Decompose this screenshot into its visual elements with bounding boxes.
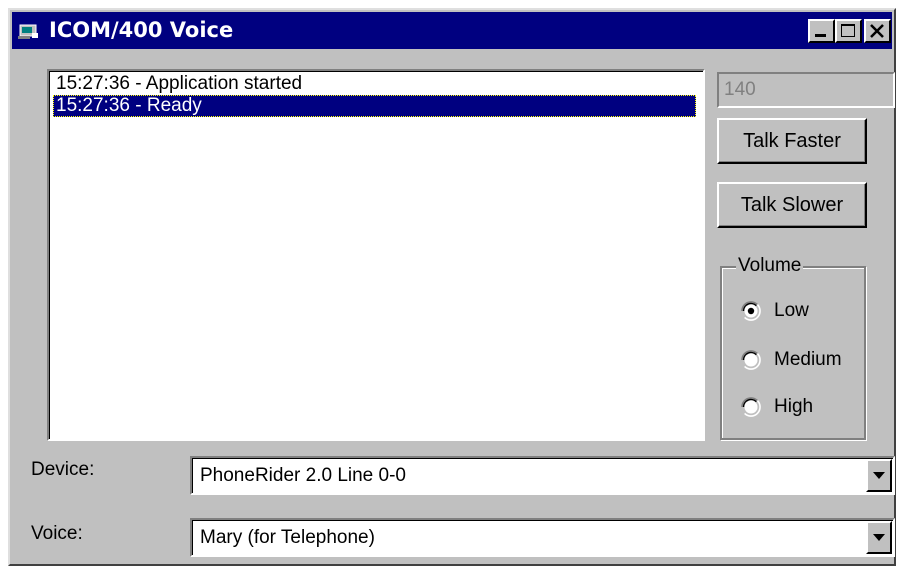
volume-high-label: High <box>774 396 814 417</box>
window-title: ICOM/400 Voice <box>49 18 234 42</box>
device-select[interactable]: PhoneRider 2.0 Line 0-0 <box>190 456 895 495</box>
talk-faster-button[interactable]: Talk Faster <box>717 118 867 164</box>
device-label: Device: <box>31 459 95 480</box>
device-dropdown-button[interactable] <box>866 459 892 492</box>
activity-log-list[interactable]: 15:27:36 - Application started 15:27:36 … <box>47 69 705 441</box>
title-bar[interactable]: ICOM/400 Voice <box>12 12 892 49</box>
volume-low-label: Low <box>774 300 809 321</box>
maximize-icon <box>841 24 855 37</box>
voice-label: Voice: <box>31 523 83 544</box>
voice-select-value: Mary (for Telephone) <box>200 527 375 548</box>
voice-select[interactable]: Mary (for Telephone) <box>190 518 895 557</box>
radio-unchecked-icon <box>741 350 761 370</box>
close-button[interactable] <box>864 19 891 43</box>
app-icon[interactable] <box>18 22 40 40</box>
radio-checked-icon <box>741 301 761 321</box>
minimize-icon <box>815 34 826 37</box>
radio-unchecked-icon <box>741 397 761 417</box>
chevron-down-icon <box>873 472 885 479</box>
device-select-value: PhoneRider 2.0 Line 0-0 <box>200 465 406 486</box>
speech-rate-field: 140 <box>717 72 895 108</box>
close-icon <box>870 24 884 38</box>
volume-group-label: Volume <box>736 254 804 278</box>
app-window: ICOM/400 Voice 15:27:36 - Application st… <box>8 8 896 566</box>
volume-group: Volume Low Medium High <box>720 254 866 440</box>
chevron-down-icon <box>873 534 885 541</box>
log-entry-selected[interactable]: 15:27:36 - Ready <box>53 95 696 117</box>
volume-medium-label: Medium <box>774 349 842 370</box>
minimize-button[interactable] <box>808 19 835 43</box>
log-entry[interactable]: 15:27:36 - Application started <box>53 73 302 95</box>
maximize-button[interactable] <box>835 19 862 43</box>
voice-dropdown-button[interactable] <box>866 521 892 554</box>
talk-slower-button[interactable]: Talk Slower <box>717 182 867 228</box>
